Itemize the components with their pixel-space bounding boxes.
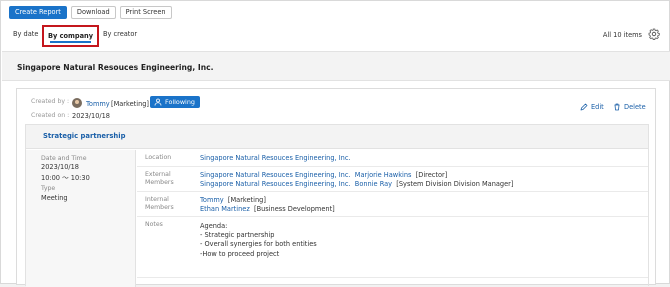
report-summary-column: Date and Time 2023/10/18 10:00 〜 10:30 T… — [26, 150, 136, 287]
notes-line: Agenda: — [200, 222, 228, 230]
location-link[interactable]: Singapore Natural Resouces Engineering, … — [200, 154, 351, 162]
internal-member-row: Tommy [Marketing] — [200, 196, 266, 204]
internal-member-name[interactable]: Ethan Martinez — [200, 205, 250, 213]
divider — [137, 216, 648, 217]
print-screen-button[interactable]: Print Screen — [119, 6, 172, 19]
notes-label: Notes — [145, 221, 163, 228]
items-count: All 10 items — [602, 31, 642, 39]
download-button[interactable]: Download — [70, 6, 116, 19]
external-members-label-line2: Members — [145, 179, 174, 186]
divider — [137, 191, 648, 192]
meeting-type: Meeting — [41, 194, 68, 202]
external-member-role: [Director] — [415, 171, 448, 179]
tab-by-creator[interactable]: By creator — [103, 25, 137, 47]
person-icon — [154, 98, 162, 106]
external-member-name[interactable]: Marjorie Hawkins — [355, 171, 412, 179]
company-group-header: Singapore Natural Resouces Engineering, … — [2, 51, 670, 81]
meeting-time: 10:00 〜 10:30 — [41, 174, 90, 182]
edit-button[interactable]: Edit — [580, 103, 604, 111]
report-title-bar: Strategic partnership — [26, 125, 648, 149]
external-member-company[interactable]: Singapore Natural Resouces Engineering, … — [200, 180, 351, 188]
gear-icon[interactable] — [648, 28, 660, 40]
internal-member-row: Ethan Martinez [Business Development] — [200, 205, 335, 213]
meeting-date: 2023/10/18 — [41, 163, 80, 171]
created-on-label: Created on : — [31, 112, 70, 119]
tab-by-company-label: By company — [47, 32, 94, 40]
internal-members-label-line1: Internal — [145, 196, 169, 203]
external-member-row: Singapore Natural Resouces Engineering, … — [200, 171, 447, 179]
active-tab-indicator — [50, 41, 91, 43]
external-members-label-line1: External — [145, 171, 171, 178]
following-button[interactable]: Following — [150, 96, 200, 108]
type-label: Type — [41, 185, 56, 192]
report-detail: Strategic partnership Date and Time 2023… — [25, 124, 649, 287]
delete-button[interactable]: Delete — [613, 103, 646, 111]
toolbar: Create Report Download Print Screen — [9, 6, 172, 19]
create-report-button[interactable]: Create Report — [9, 6, 67, 19]
report-card: Created by : Tommy [Marketing] Following… — [16, 88, 656, 287]
internal-member-role: [Marketing] — [227, 196, 266, 204]
avatar — [72, 98, 82, 108]
internal-member-role: [Business Development] — [254, 205, 335, 213]
external-member-name[interactable]: Bonnie Ray — [355, 180, 392, 188]
notes-line: -How to proceed project — [200, 250, 280, 258]
tab-by-date[interactable]: By date — [13, 25, 38, 47]
notes-line: - Strategic partnership — [200, 231, 275, 239]
creator-department: [Marketing] — [111, 100, 150, 108]
created-date: 2023/10/18 — [72, 112, 111, 120]
report-title-link[interactable]: Strategic partnership — [43, 132, 125, 140]
creator-name-link[interactable]: Tommy — [86, 100, 110, 108]
internal-members-label-line2: Members — [145, 204, 174, 211]
pencil-icon — [580, 103, 588, 111]
company-title: Singapore Natural Resouces Engineering, … — [17, 63, 214, 72]
notes-line: - Overall synergies for both entities — [200, 240, 317, 248]
external-member-role: [System Division Division Manager] — [396, 180, 514, 188]
edit-label: Edit — [591, 103, 604, 111]
location-label: Location — [145, 154, 172, 161]
external-member-row: Singapore Natural Resouces Engineering, … — [200, 180, 513, 188]
tab-by-company[interactable]: By company — [42, 25, 99, 47]
internal-member-name[interactable]: Tommy — [200, 196, 224, 204]
delete-label: Delete — [624, 103, 646, 111]
trash-icon — [614, 103, 620, 111]
created-by-label: Created by : — [31, 98, 70, 105]
divider — [137, 277, 648, 278]
divider — [137, 166, 648, 167]
external-member-company[interactable]: Singapore Natural Resouces Engineering, … — [200, 171, 351, 179]
report-list-screen: Create Report Download Print Screen By d… — [0, 0, 670, 287]
date-time-label: Date and Time — [41, 155, 87, 162]
following-label: Following — [165, 98, 195, 106]
